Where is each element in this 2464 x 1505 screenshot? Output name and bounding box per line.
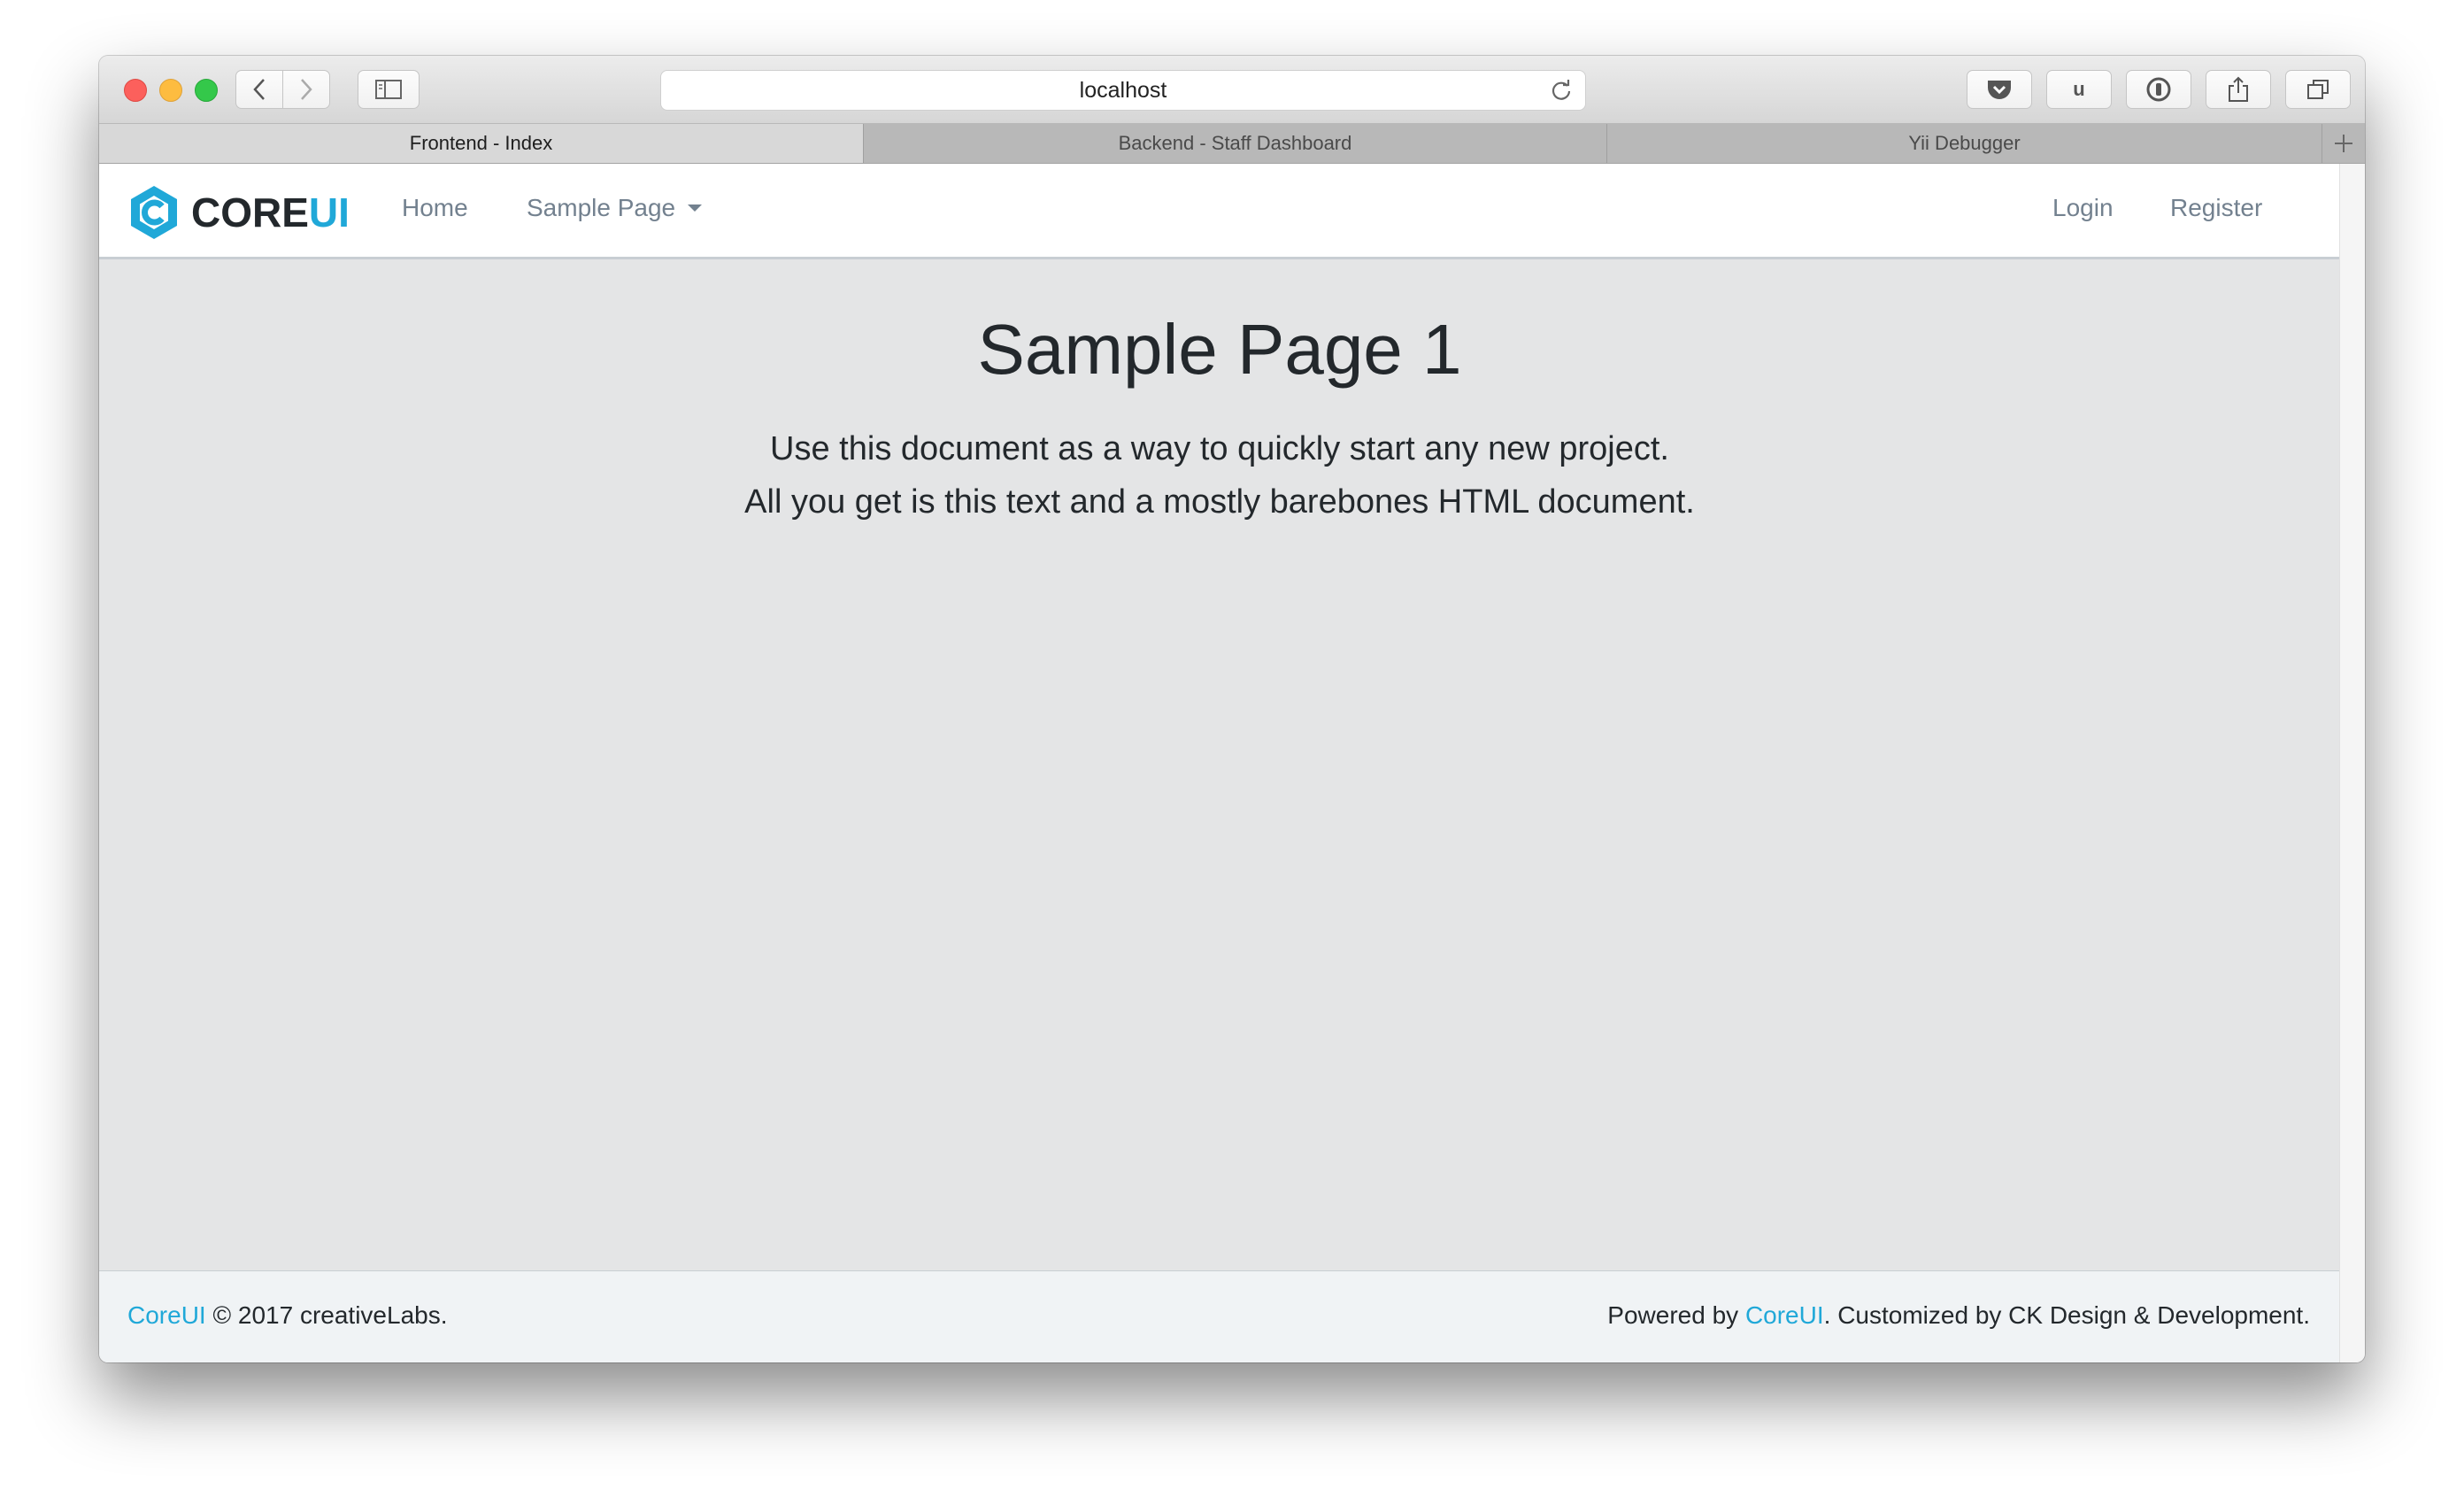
minimize-window-button[interactable] [159,79,182,102]
reload-icon[interactable] [1550,79,1573,108]
tabs-overview-button[interactable] [2285,70,2351,109]
plus-icon [2335,135,2352,152]
web-page: COREUI Home Sample Page Login Register S… [99,164,2340,1362]
close-window-button[interactable] [124,79,147,102]
footer-powered-prefix: Powered by [1607,1301,1745,1329]
brand-ui-text: UI [308,189,350,235]
chevron-right-icon [301,79,312,100]
nav-register-link[interactable]: Register [2170,194,2262,222]
tab-label: Frontend - Index [409,132,553,154]
tabs-icon [2307,80,2329,99]
lead-line-1: Use this document as a way to quickly st… [770,430,1669,467]
footer-coreui-link[interactable]: CoreUI [127,1301,206,1329]
coreui-logo-icon [131,186,177,239]
site-footer: CoreUI © 2017 creativeLabs. Powered by C… [99,1270,2340,1362]
address-bar[interactable]: localhost [660,70,1586,111]
maximize-window-button[interactable] [195,79,218,102]
sidebar-icon [375,80,402,99]
footer-copyright: CoreUI © 2017 creativeLabs. [127,1301,448,1330]
pocket-icon [1988,81,2011,99]
caret-down-icon [688,205,703,212]
nav-login-link[interactable]: Login [2052,194,2114,222]
site-navbar: COREUI Home Sample Page Login Register [99,164,2340,259]
nav-sample-page-dropdown[interactable]: Sample Page [527,194,703,222]
share-icon [2229,76,2248,102]
brand-logo[interactable]: COREUI [127,183,350,242]
browser-toolbar: localhost u [99,56,2365,124]
url-text: localhost [1079,77,1167,103]
pocket-button[interactable] [1967,70,2032,109]
back-button[interactable] [235,70,283,109]
page-title: Sample Page 1 [977,310,1462,389]
extension-u-button[interactable]: u [2046,70,2112,109]
footer-copyright-text: © 2017 creativeLabs. [205,1301,448,1329]
lead-line-2: All you get is this text and a mostly ba… [744,483,1695,521]
nav-register-label: Register [2170,194,2263,221]
scrollbar-track[interactable] [2339,164,2365,1362]
lead-text: Use this document as a way to quickly st… [99,422,2340,529]
nav-login-label: Login [2052,194,2114,221]
nav-home-link[interactable]: Home [402,194,468,222]
nav-sample-page-label: Sample Page [527,194,676,221]
tab-label: Yii Debugger [1908,132,2021,154]
extension-u-label: u [2073,78,2085,100]
chevron-left-icon [253,79,265,100]
tab-frontend-index[interactable]: Frontend - Index [99,124,864,163]
sidebar-toggle-button[interactable] [358,70,420,109]
main-content: Sample Page 1 Use this document as a way… [99,305,2340,529]
brand-name: COREUI [191,189,350,236]
footer-powered-by: Powered by CoreUI. Customized by CK Desi… [1607,1301,2310,1330]
share-button[interactable] [2206,70,2271,109]
forward-button[interactable] [282,70,330,109]
tab-bar: Frontend - Index Backend - Staff Dashboa… [99,124,2365,164]
tab-label: Backend - Staff Dashboard [1118,132,1352,154]
tab-yii-debugger[interactable]: Yii Debugger [1607,124,2322,163]
nav-home-label: Home [402,194,468,221]
password-manager-button[interactable] [2126,70,2191,109]
footer-powered-coreui-link[interactable]: CoreUI [1745,1301,1824,1329]
new-tab-button[interactable] [2322,124,2365,163]
brand-core-text: CORE [191,189,309,235]
password-icon [2146,77,2171,102]
footer-powered-suffix: . Customized by CK Design & Development. [1823,1301,2310,1329]
tab-backend-staff-dashboard[interactable]: Backend - Staff Dashboard [864,124,1607,163]
browser-window: localhost u Frontend - Index Backend - S… [99,56,2365,1362]
